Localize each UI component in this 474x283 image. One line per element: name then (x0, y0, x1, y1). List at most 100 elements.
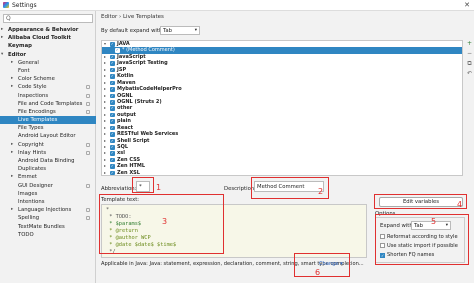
sidebar-item-label: File and Code Templates (18, 100, 83, 107)
enabled-checkbox[interactable]: ✓ (110, 80, 115, 86)
sidebar-item-label: Android Data Binding (18, 158, 75, 164)
sidebar-item-android-layout-editor[interactable]: Android Layout Editor (0, 132, 96, 140)
chevron-down-icon[interactable]: ▾ (1, 51, 3, 59)
enabled-checkbox[interactable]: ✓ (110, 74, 115, 79)
enabled-checkbox[interactable]: ✓ (110, 125, 115, 131)
enabled-checkbox[interactable]: ✓ (110, 61, 115, 66)
enabled-checkbox[interactable]: ✓ (110, 164, 115, 169)
annotation-box-4 (374, 194, 467, 209)
close-icon[interactable]: ✕ (464, 1, 470, 9)
chevron-right-icon[interactable]: ▸ (11, 149, 13, 157)
sidebar-item-editor[interactable]: ▾ Editor (0, 51, 96, 59)
chevron-right-icon[interactable]: ▸ (11, 173, 13, 181)
sidebar-item-android-data-binding[interactable]: Android Data Binding (0, 157, 96, 165)
enabled-checkbox[interactable]: ✓ (110, 41, 115, 47)
sidebar-item-live-templates[interactable]: Live Templates (0, 116, 96, 125)
default-expand-value: Tab (163, 28, 172, 34)
annotation-number-3: 3 (162, 217, 168, 226)
sidebar-item-gui-designer[interactable]: GUI Designer (0, 182, 96, 190)
chevron-right-icon[interactable]: ▸ (11, 141, 13, 149)
sidebar-item-label: Inspections (18, 92, 49, 99)
sidebar-item-language-injections[interactable]: ▸ Language Injections (0, 206, 96, 214)
chevron-right-icon[interactable]: ▸ (11, 83, 13, 91)
enabled-checkbox[interactable]: ✓ (110, 106, 115, 111)
sidebar-item-general[interactable]: ▸ General (0, 59, 96, 67)
sidebar-item-file-types[interactable]: File Types (0, 124, 96, 132)
template-label: Zen XSL (117, 169, 140, 176)
sidebar-item-label: File Types (18, 125, 44, 132)
enabled-checkbox[interactable]: ✓ (110, 157, 115, 163)
chevron-right-icon[interactable]: ▸ (104, 170, 106, 175)
chevron-right-icon[interactable]: ▸ (1, 34, 3, 42)
project-settings-icon (86, 216, 90, 221)
sidebar-item-label: TODO (18, 231, 34, 238)
enabled-checkbox[interactable]: ✓ (110, 132, 115, 137)
sidebar-item-label: Intentions (18, 198, 45, 205)
sidebar-item-file-and-code-templates[interactable]: File and Code Templates (0, 100, 96, 108)
enabled-checkbox[interactable]: ✓ (110, 119, 115, 124)
project-settings-icon (86, 109, 90, 114)
chevron-right-icon[interactable]: ▸ (11, 75, 13, 83)
sidebar-item-file-encodings[interactable]: File Encodings (0, 108, 96, 116)
add-icon[interactable]: + (466, 40, 473, 47)
enabled-checkbox[interactable]: ✓ (110, 170, 115, 175)
enabled-checkbox[interactable]: ✓ (110, 144, 115, 150)
chevron-right-icon[interactable]: ▸ (1, 26, 3, 34)
sidebar-item-textmate-bundles[interactable]: TextMate Bundles (0, 223, 96, 231)
enabled-checkbox[interactable]: ✓ (110, 151, 115, 157)
project-settings-icon (86, 208, 90, 213)
enabled-checkbox[interactable]: ✓ (110, 93, 115, 99)
annotation-box-5 (375, 214, 469, 265)
sidebar-item-alibaba-cloud-toolkit[interactable]: ▸ Alibaba Cloud Toolkit (0, 34, 96, 42)
sidebar-item-todo[interactable]: TODO (0, 231, 96, 239)
annotation-number-2: 2 (318, 187, 324, 196)
enabled-checkbox[interactable]: ✓ (110, 112, 115, 118)
window-title: Settings (12, 2, 37, 9)
sidebar-item-code-style[interactable]: ▸ Code Style (0, 83, 96, 91)
sidebar-item-emmet[interactable]: ▸ Emmet (0, 173, 96, 181)
sidebar-item-label: GUI Designer (18, 182, 53, 189)
sidebar-item-appearance-behavior[interactable]: ▸ Appearance & Behavior (0, 26, 96, 34)
annotation-box-6 (294, 253, 350, 277)
sidebar-item-color-scheme[interactable]: ▸ Color Scheme (0, 75, 96, 83)
annotation-number-4: 4 (457, 200, 463, 209)
sidebar-item-label: File Encodings (18, 108, 56, 115)
settings-search-input[interactable]: Q (3, 14, 93, 23)
sidebar-item-keymap[interactable]: Keymap (0, 42, 96, 50)
breadcrumb: Editor › Live Templates (101, 14, 164, 20)
sidebar-item-images[interactable]: Images (0, 190, 96, 198)
sidebar-item-font[interactable]: Font (0, 67, 96, 75)
enabled-checkbox[interactable]: ✓ (115, 48, 120, 54)
live-templates-panel: Editor › Live Templates By default expan… (96, 11, 474, 283)
sidebar-item-inspections[interactable]: Inspections (0, 92, 96, 100)
enabled-checkbox[interactable]: ✓ (110, 138, 115, 144)
copy-icon[interactable]: ⧉ (466, 60, 473, 67)
sidebar-item-inlay-hints[interactable]: ▸ Inlay Hints (0, 149, 96, 157)
sidebar-item-spelling[interactable]: Spelling (0, 214, 96, 222)
annotation-box-1 (132, 177, 154, 193)
chevron-right-icon[interactable]: ▸ (11, 59, 13, 67)
sidebar-item-duplicates[interactable]: Duplicates (0, 165, 96, 173)
remove-icon[interactable]: − (466, 50, 473, 57)
enabled-checkbox[interactable]: ✓ (110, 67, 115, 73)
chevron-down-icon: ▾ (194, 28, 197, 33)
template-groups-list[interactable]: ▾ ✓ JAVA ✓ * (Method Comment) ▸ ✓ JavaScript ▸ ✓ J… (101, 40, 463, 176)
sidebar-item-copyright[interactable]: ▸ Copyright (0, 141, 96, 149)
sidebar-item-label: Color Scheme (18, 76, 55, 83)
enabled-checkbox[interactable]: ✓ (110, 99, 115, 105)
sidebar-item-label: Alibaba Cloud Toolkit (8, 35, 71, 42)
sidebar-item-label: TextMate Bundles (18, 223, 65, 230)
sidebar-item-intentions[interactable]: Intentions (0, 198, 96, 206)
chevron-right-icon[interactable]: ▸ (11, 206, 13, 214)
default-expand-label: By default expand with (101, 28, 163, 34)
default-expand-select[interactable]: Tab ▾ (160, 26, 200, 35)
enabled-checkbox[interactable]: ✓ (110, 86, 115, 92)
enabled-checkbox[interactable]: ✓ (110, 54, 115, 60)
project-settings-icon (86, 183, 90, 188)
sidebar-item-label: Editor (8, 51, 27, 58)
sidebar-item-label: Spelling (18, 215, 40, 222)
sidebar-item-label: Duplicates (18, 166, 46, 173)
restore-icon[interactable]: ↶ (466, 70, 473, 77)
template-group-zen-xsl[interactable]: ▸ ✓ Zen XSL (102, 169, 462, 176)
project-settings-icon (86, 85, 90, 90)
